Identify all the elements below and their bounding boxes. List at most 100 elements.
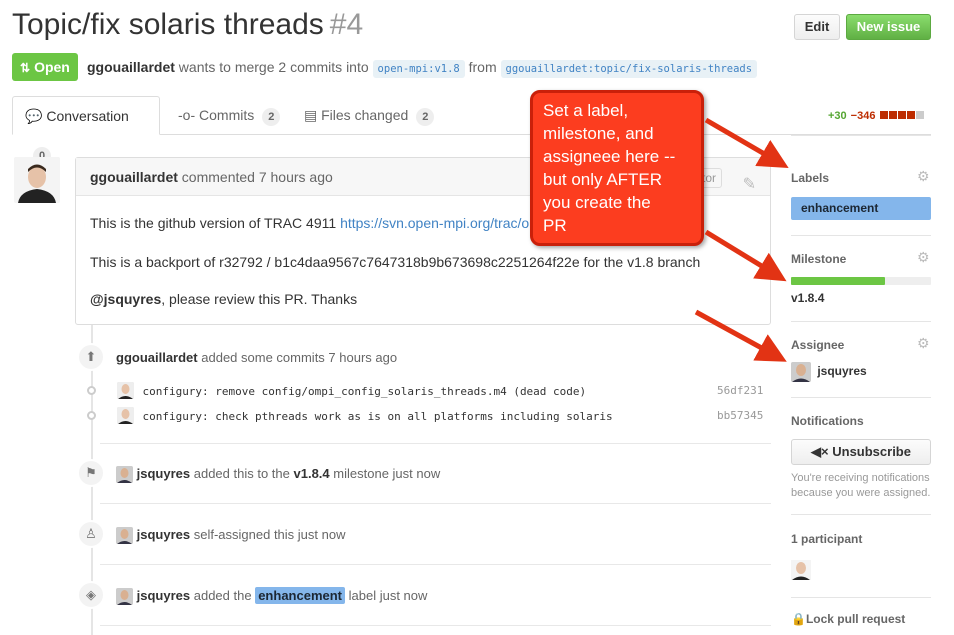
tab-files-changed[interactable]: ▤ Files changed 2 [292,96,446,135]
divider [100,503,771,504]
person-icon: ♙ [77,520,105,548]
milestone-progress [791,277,931,285]
avatar[interactable] [117,382,134,400]
milestone-heading: Milestone [791,252,847,266]
avatar[interactable] [116,527,133,545]
participant-avatar[interactable] [791,560,811,580]
event-text: label just now [348,588,428,603]
event-text: added the [193,588,252,603]
mention[interactable]: @jsquyres [90,291,161,307]
tag-icon: ◈ [77,581,105,609]
sidebar-divider [791,321,931,322]
commit-sha[interactable]: bb57345 [717,409,763,422]
sidebar-divider [791,235,931,236]
tab-commits[interactable]: -o- Commits 2 [166,96,292,135]
callout-line: Set a label, [543,101,629,120]
avatar[interactable] [14,157,60,203]
deletions: −346 [850,110,876,122]
assign-event: jsquyres self-assigned this just now [116,527,346,545]
edit-button[interactable]: Edit [794,14,840,40]
commit-dot-icon [87,411,96,420]
labels-gear-icon[interactable]: ⚙ [917,168,930,185]
diffstat: +30 −346 [828,110,924,122]
notif-line: You're receiving notifications [791,472,930,484]
avatar[interactable] [791,362,811,382]
edit-pencil-icon[interactable]: ✎ [743,166,756,204]
tab-conversation[interactable]: 💬 Conversation0 [12,96,160,165]
commit-message[interactable]: configury: remove config/ompi_config_sol… [142,385,586,398]
avatar[interactable] [116,588,133,606]
label-event: jsquyres added the enhancement label jus… [116,587,428,606]
unsubscribe-button[interactable]: ◀× Unsubscribe [791,439,931,465]
event-text: added some commits 7 hours ago [201,350,398,365]
conversation-icon: 💬 [25,108,43,124]
comment-line-3: @jsquyres, please review this PR. Thanks [90,291,357,307]
from-text: from [468,59,497,75]
event-text: added this to the [193,466,290,481]
author-link[interactable]: ggouaillardet [87,59,175,75]
event-text: self-assigned this just now [193,527,346,542]
comment-text: , please review this PR. Thanks [161,291,358,307]
head-branch[interactable]: ggouaillardet:topic/fix-solaris-threads [500,60,758,78]
notifications-text: You're receiving notifications because y… [791,471,930,501]
status-label: Open [34,59,70,75]
new-issue-button[interactable]: New issue [846,14,931,40]
event-author[interactable]: jsquyres [137,466,190,481]
notifications-heading: Notifications [791,414,864,428]
avatar[interactable] [116,466,133,484]
milestone-name[interactable]: v1.8.4 [791,291,824,305]
assignee-name[interactable]: jsquyres [817,364,866,378]
pr-title: Topic/fix solaris threads [12,8,324,41]
label-chip[interactable]: enhancement [255,587,346,604]
lock-label: Lock pull request [805,612,906,626]
event-author[interactable]: ggouaillardet [116,350,198,365]
callout-line: but only AFTER [543,170,663,189]
commit-message[interactable]: configury: check pthreads work as is on … [142,410,612,423]
tab-counter: 2 [416,108,435,126]
commit-row: configury: remove config/ompi_config_sol… [117,382,586,400]
divider [100,443,771,444]
comment-text: This is the github version of TRAC 4911 [90,215,337,231]
comment-author[interactable]: ggouaillardet [90,169,178,185]
annotation-callout: Set a label, milestone, and assigneee he… [530,90,704,246]
mute-icon: ◀× [811,444,829,459]
assignee-gear-icon[interactable]: ⚙ [917,335,930,352]
event-text: milestone just now [333,466,441,481]
base-branch[interactable]: open-mpi:v1.8 [372,60,465,78]
divider [100,564,771,565]
milestone-gear-icon[interactable]: ⚙ [917,249,930,266]
sidebar-divider [791,514,931,515]
diffstat-bar [879,110,924,122]
avatar[interactable] [117,407,134,425]
assignee[interactable]: jsquyres [791,362,867,382]
pull-request-icon: ⇅ [20,61,31,75]
diff-icon: ▤ [304,107,318,123]
sidebar-divider [791,397,931,398]
commit-sha[interactable]: 56df231 [717,384,763,397]
milestone-event: jsquyres added this to the v1.8.4 milest… [116,466,441,484]
notif-line: because you were assigned. [791,487,931,499]
event-author[interactable]: jsquyres [137,527,190,542]
pr-meta: ggouaillardet wants to merge 2 commits i… [87,59,758,78]
event-author[interactable]: jsquyres [137,588,190,603]
tab-label: Commits [199,107,255,123]
callout-line: PR [543,216,567,235]
pr-number: #4 [329,8,364,41]
milestone-progress-fill [791,277,885,285]
commits-event: ggouaillardet added some commits 7 hours… [116,350,397,365]
lock-pull-request[interactable]: 🔒Lock pull request [791,612,905,626]
repo-push-icon: ⬆ [77,343,105,371]
commit-row: configury: check pthreads work as is on … [117,407,613,425]
meta-text: wants to merge 2 commits into [178,59,369,75]
participants-heading: 1 participant [791,532,863,546]
milestone-link[interactable]: v1.8.4 [294,466,330,481]
callout-line: milestone, and [543,124,654,143]
divider [100,625,771,626]
labels-heading: Labels [791,171,830,185]
comment-time: commented 7 hours ago [181,169,333,185]
page-title: Topic/fix solaris threads #4 [12,8,363,42]
sidebar-label[interactable]: enhancement [791,197,931,220]
callout-line: assigneee here -- [543,147,676,166]
sidebar-divider [791,597,931,598]
status-badge: ⇅ Open [12,53,78,81]
